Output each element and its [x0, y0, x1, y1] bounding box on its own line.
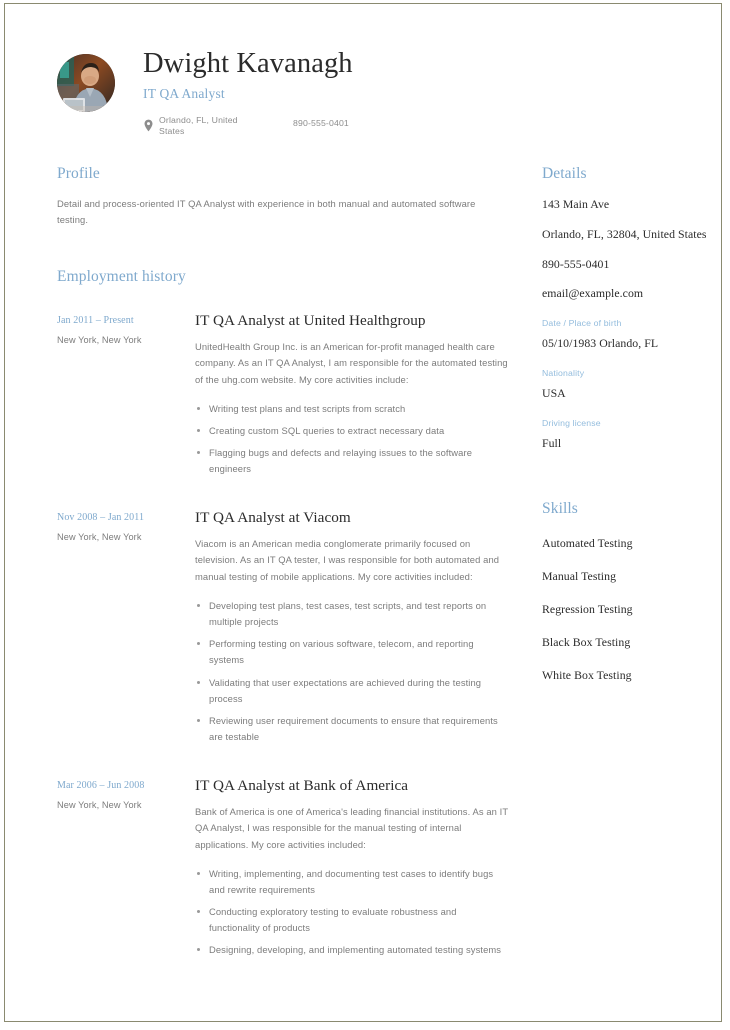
details-email: email@example.com	[542, 286, 644, 301]
details-driving-label: Driving license	[542, 417, 601, 428]
list-item: Reviewing user requirement documents to …	[195, 713, 509, 745]
details-address-line2: Orlando, FL, 32804, United States	[542, 226, 707, 241]
skill-item: Regression Testing	[542, 602, 633, 617]
section-heading-skills: Skills	[542, 500, 578, 518]
header-phone: 890-555-0401	[293, 117, 349, 128]
employment-meta: Nov 2008 – Jan 2011 New York, New York	[57, 509, 195, 751]
employment-title: IT QA Analyst at United Healthgroup	[195, 312, 426, 330]
employment-title: IT QA Analyst at Bank of America	[195, 777, 409, 795]
page-title: Dwight Kavanagh	[143, 48, 353, 79]
list-item: Designing, developing, and implementing …	[195, 942, 509, 958]
employment-meta: Jan 2011 – Present New York, New York	[57, 312, 195, 483]
page-frame: Dwight Kavanagh IT QA Analyst Orlando, F…	[4, 3, 722, 1022]
skill-item: Manual Testing	[542, 569, 617, 584]
profile-text: Detail and process-oriented IT QA Analys…	[57, 198, 476, 226]
list-item: Writing, implementing, and documenting t…	[195, 866, 509, 898]
skill-item: Black Box Testing	[542, 635, 631, 650]
resume-header: Dwight Kavanagh IT QA Analyst Orlando, F…	[5, 4, 721, 137]
avatar	[57, 54, 115, 112]
header-location: Orlando, FL, United States	[143, 115, 293, 137]
sidebar-column: Details 143 Main Ave Orlando, FL, 32804,…	[542, 165, 707, 965]
employment-entry: Jan 2011 – Present New York, New York IT…	[57, 312, 509, 483]
employment-date: Nov 2008 – Jan 2011	[57, 512, 145, 524]
skill-item: Automated Testing	[542, 536, 633, 551]
employment-entry: Nov 2008 – Jan 2011 New York, New York I…	[57, 509, 509, 751]
list-item: Flagging bugs and defects and relaying i…	[195, 445, 509, 477]
list-item: Validating that user expectations are ac…	[195, 675, 509, 707]
section-heading-details: Details	[542, 165, 587, 183]
employment-description: Bank of America is one of America's lead…	[195, 805, 509, 850]
details-nationality-label: Nationality	[542, 367, 585, 378]
details-phone: 890-555-0401	[542, 256, 610, 271]
list-item: Developing test plans, test cases, test …	[195, 598, 509, 630]
employment-entry: Mar 2006 – Jun 2008 New York, New York I…	[57, 777, 509, 964]
employment-body: IT QA Analyst at United Healthgroup Unit…	[195, 312, 509, 483]
resume-document: Dwight Kavanagh IT QA Analyst Orlando, F…	[5, 4, 721, 1021]
details-dob-value: 05/10/1983 Orlando, FL	[542, 336, 659, 351]
main-column: Profile Detail and process-oriented IT Q…	[57, 165, 509, 965]
list-item: Conducting exploratory testing to evalua…	[195, 904, 509, 936]
header-location-text: Orlando, FL, United States	[159, 114, 238, 136]
employment-date: Mar 2006 – Jun 2008	[57, 780, 145, 792]
details-nationality-value: USA	[542, 385, 566, 400]
avatar-photo	[57, 54, 115, 112]
list-item: Writing test plans and test scripts from…	[195, 401, 509, 417]
employment-title: IT QA Analyst at Viacom	[195, 509, 351, 527]
resume-body: Profile Detail and process-oriented IT Q…	[5, 165, 721, 965]
employment-body: IT QA Analyst at Viacom Viacom is an Ame…	[195, 509, 509, 751]
details-driving-value: Full	[542, 435, 562, 450]
employment-body: IT QA Analyst at Bank of America Bank of…	[195, 777, 509, 964]
header-contact-row: Orlando, FL, United States 890-555-0401	[143, 115, 353, 137]
employment-description: Viacom is an American media conglomerate…	[195, 537, 500, 583]
employment-meta: Mar 2006 – Jun 2008 New York, New York	[57, 777, 195, 964]
header-job-title: IT QA Analyst	[143, 85, 225, 101]
employment-location: New York, New York	[57, 532, 142, 543]
section-heading-profile: Profile	[57, 165, 100, 183]
skill-item: White Box Testing	[542, 668, 632, 683]
employment-bullet-list: Writing, implementing, and documenting t…	[195, 866, 509, 959]
employment-bullet-list: Writing test plans and test scripts from…	[195, 401, 509, 478]
details-dob-label: Date / Place of birth	[542, 318, 622, 329]
employment-location: New York, New York	[57, 335, 142, 346]
list-item: Performing testing on various software, …	[195, 636, 509, 668]
details-address-line1: 143 Main Ave	[542, 197, 610, 212]
list-item: Creating custom SQL queries to extract n…	[195, 423, 509, 439]
section-heading-employment: Employment history	[57, 268, 186, 286]
map-pin-icon	[143, 119, 154, 132]
header-text-block: Dwight Kavanagh IT QA Analyst Orlando, F…	[143, 48, 353, 137]
employment-date: Jan 2011 – Present	[57, 315, 134, 327]
employment-location: New York, New York	[57, 800, 142, 811]
employment-bullet-list: Developing test plans, test cases, test …	[195, 598, 509, 745]
employment-description: UnitedHealth Group Inc. is an American f…	[195, 340, 508, 386]
